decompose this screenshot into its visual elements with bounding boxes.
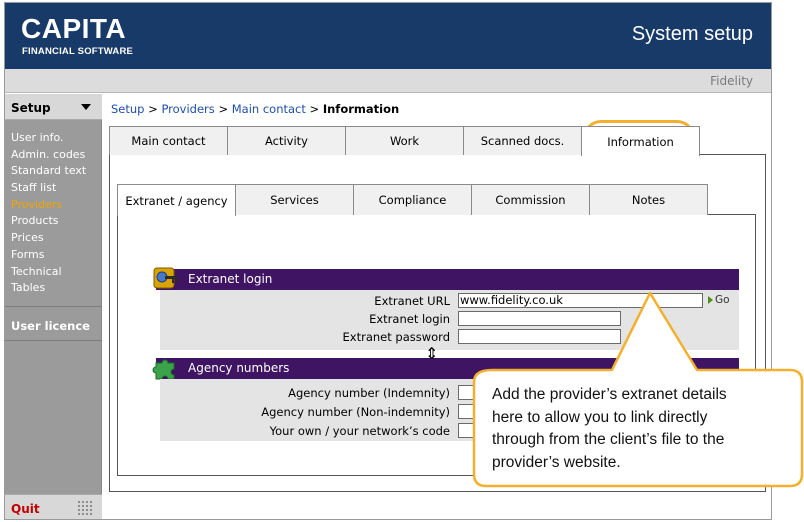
- agency-numbers-title: Agency numbers: [188, 361, 290, 375]
- agency-indemnity-label: Agency number (Indemnity): [288, 386, 450, 400]
- tab-scanned-docs[interactable]: Scanned docs.: [463, 126, 582, 155]
- own-network-code-label: Your own / your network’s code: [269, 424, 450, 438]
- provider-tabs: Main contact Activity Work Scanned docs.…: [109, 126, 700, 156]
- sidebar-item-admin-codes[interactable]: Admin. codes: [11, 147, 86, 164]
- breadcrumb-separator: >: [309, 102, 320, 116]
- chevron-down-icon: [81, 104, 91, 110]
- callout-line: Add the provider’s extranet details: [492, 386, 727, 403]
- tab-information[interactable]: Information: [581, 126, 700, 156]
- text-cursor-icon: ⇕: [425, 344, 439, 363]
- agency-numbers-header: Agency numbers: [156, 358, 739, 379]
- go-arrow-icon: [708, 296, 713, 304]
- capita-logo: CAPITA: [21, 13, 127, 44]
- extranet-password-label: Extranet password: [342, 330, 450, 344]
- sidebar-menu: User info. Admin. codes Standard text St…: [11, 130, 86, 297]
- sidebar-item-forms[interactable]: Forms: [11, 247, 86, 264]
- callout-line: provider’s website.: [492, 453, 621, 471]
- agency-nonindemnity-label: Agency number (Non-indemnity): [261, 405, 450, 419]
- information-subtabs: Extranet / agency Services Compliance Co…: [117, 184, 708, 216]
- tab-main-contact[interactable]: Main contact: [109, 126, 228, 155]
- sidebar-item-technical[interactable]: Technical: [11, 264, 86, 281]
- logo-subtitle: FINANCIAL SOFTWARE: [22, 46, 134, 57]
- breadcrumb-setup[interactable]: Setup: [111, 102, 144, 116]
- extranet-login-header: Extranet login: [156, 269, 739, 290]
- breadcrumb: Setup > Providers > Main contact > Infor…: [111, 102, 399, 116]
- subtab-notes[interactable]: Notes: [589, 184, 708, 215]
- subtab-services[interactable]: Services: [235, 184, 354, 215]
- callout-text: Add the provider’s extranet details here…: [492, 384, 792, 474]
- tab-work[interactable]: Work: [345, 126, 464, 155]
- sidebar-item-products[interactable]: Products: [11, 213, 86, 230]
- provider-bar: Fidelity: [5, 69, 771, 93]
- subtab-compliance[interactable]: Compliance: [353, 184, 472, 215]
- subtab-extranet-agency[interactable]: Extranet / agency: [117, 184, 236, 216]
- resize-grip-icon[interactable]: [77, 500, 93, 516]
- sidebar-item-tables[interactable]: Tables: [11, 280, 86, 297]
- key-lock-icon: [153, 267, 178, 289]
- go-link[interactable]: Go: [708, 294, 730, 306]
- extranet-login-field[interactable]: [458, 311, 621, 326]
- sidebar-divider: [5, 340, 102, 341]
- breadcrumb-separator: >: [148, 102, 158, 116]
- breadcrumb-main-contact[interactable]: Main contact: [232, 102, 306, 116]
- puzzle-piece-icon: [152, 359, 175, 380]
- subtab-commission[interactable]: Commission: [471, 184, 590, 215]
- sidebar-item-user-info[interactable]: User info.: [11, 130, 86, 147]
- sidebar-divider: [5, 306, 102, 307]
- breadcrumb-providers[interactable]: Providers: [161, 102, 214, 116]
- extranet-login-label: Extranet login: [369, 312, 450, 326]
- extranet-login-fields: Extranet URL www.fidelity.co.uk Go Extra…: [160, 290, 739, 350]
- sidebar-item-user-licence[interactable]: User licence: [11, 319, 90, 333]
- setup-menu-label: Setup: [11, 101, 51, 115]
- sidebar-item-standard-text[interactable]: Standard text: [11, 163, 86, 180]
- callout-line: through from the client’s file to the: [492, 431, 725, 448]
- sidebar: Setup User info. Admin. codes Standard t…: [5, 94, 102, 519]
- extranet-password-field[interactable]: [458, 329, 621, 344]
- app-header: CAPITA FINANCIAL SOFTWARE System setup: [5, 3, 771, 69]
- extranet-url-field[interactable]: www.fidelity.co.uk: [458, 293, 703, 308]
- extranet-url-label: Extranet URL: [374, 294, 450, 308]
- sidebar-item-staff-list[interactable]: Staff list: [11, 180, 86, 197]
- sidebar-item-providers[interactable]: Providers: [11, 197, 86, 214]
- quit-button[interactable]: Quit: [11, 502, 40, 516]
- sidebar-item-prices[interactable]: Prices: [11, 230, 86, 247]
- setup-menu-dropdown[interactable]: Setup: [5, 94, 102, 120]
- page-title: System setup: [631, 23, 753, 45]
- extranet-login-title: Extranet login: [188, 272, 273, 286]
- quit-bar: Quit: [5, 494, 102, 519]
- current-provider-name: Fidelity: [710, 74, 753, 88]
- go-label: Go: [715, 294, 730, 306]
- breadcrumb-current: Information: [322, 102, 400, 116]
- callout-line: here to allow you to link directly: [492, 408, 708, 426]
- tab-activity[interactable]: Activity: [227, 126, 346, 155]
- breadcrumb-separator: >: [218, 102, 229, 116]
